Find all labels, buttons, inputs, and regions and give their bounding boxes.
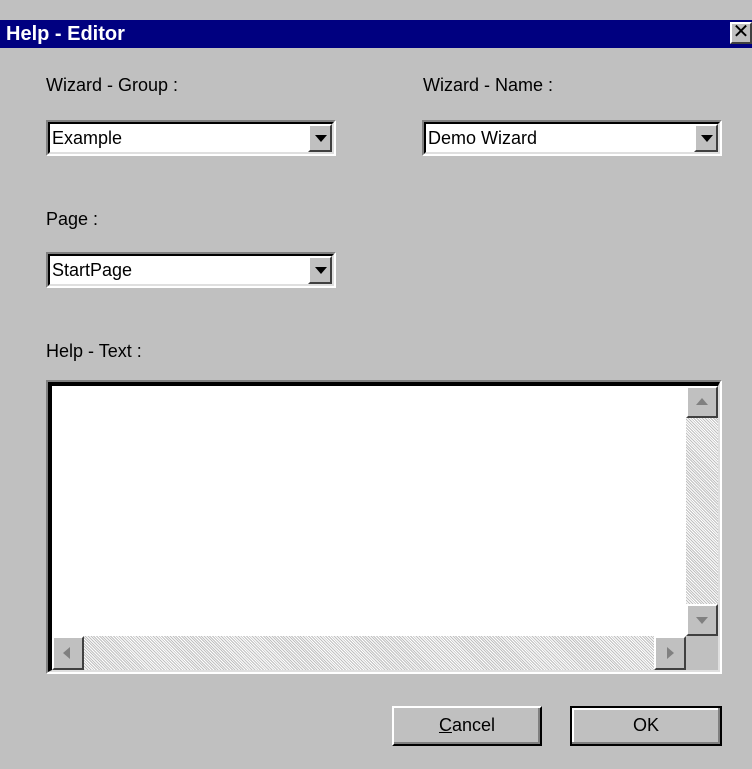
close-button[interactable]: ✕ [730, 22, 752, 44]
help-text-content[interactable] [56, 390, 682, 632]
arrow-down-icon [696, 617, 708, 624]
help-text-label: Help - Text : [46, 341, 142, 361]
scroll-right-button[interactable] [654, 636, 686, 670]
scroll-left-button[interactable] [52, 636, 84, 670]
title-bar[interactable]: Help - Editor ✕ [0, 20, 752, 48]
help-text-area[interactable] [46, 380, 722, 674]
wizard-group-dropdown-button[interactable] [308, 124, 332, 152]
vertical-scrollbar[interactable] [686, 386, 718, 636]
page-select[interactable]: StartPage [46, 252, 336, 288]
wizard-group-select[interactable]: Example [46, 120, 336, 156]
arrow-up-icon [696, 398, 708, 405]
wizard-name-label: Wizard - Name : [423, 75, 554, 95]
chevron-down-icon [701, 135, 713, 142]
scroll-up-button[interactable] [686, 386, 718, 418]
ok-label: OK [632, 715, 659, 735]
cancel-mnemonic: C [438, 715, 452, 735]
horizontal-scrollbar[interactable] [52, 636, 686, 670]
scroll-down-button[interactable] [686, 604, 718, 636]
arrow-left-icon [63, 647, 70, 659]
wizard-name-select[interactable]: Demo Wizard [422, 120, 722, 156]
wizard-name-value: Demo Wizard [428, 128, 538, 148]
help-editor-dialog: Help - Editor ✕ Wizard - Group : Example… [0, 0, 752, 769]
window-title: Help - Editor [6, 23, 125, 45]
page-dropdown-button[interactable] [308, 256, 332, 284]
ok-button[interactable]: OK [570, 706, 722, 746]
wizard-name-dropdown-button[interactable] [694, 124, 718, 152]
arrow-right-icon [667, 647, 674, 659]
cancel-label: ancel [451, 715, 496, 735]
wizard-group-value: Example [52, 128, 123, 148]
page-label: Page : [46, 209, 99, 229]
chevron-down-icon [315, 135, 327, 142]
wizard-group-label: Wizard - Group : [46, 75, 179, 95]
page-value: StartPage [52, 260, 133, 280]
close-icon: ✕ [732, 21, 750, 43]
chevron-down-icon [315, 267, 327, 274]
cancel-button[interactable]: Cancel [392, 706, 542, 746]
scrollbar-corner [686, 636, 718, 670]
